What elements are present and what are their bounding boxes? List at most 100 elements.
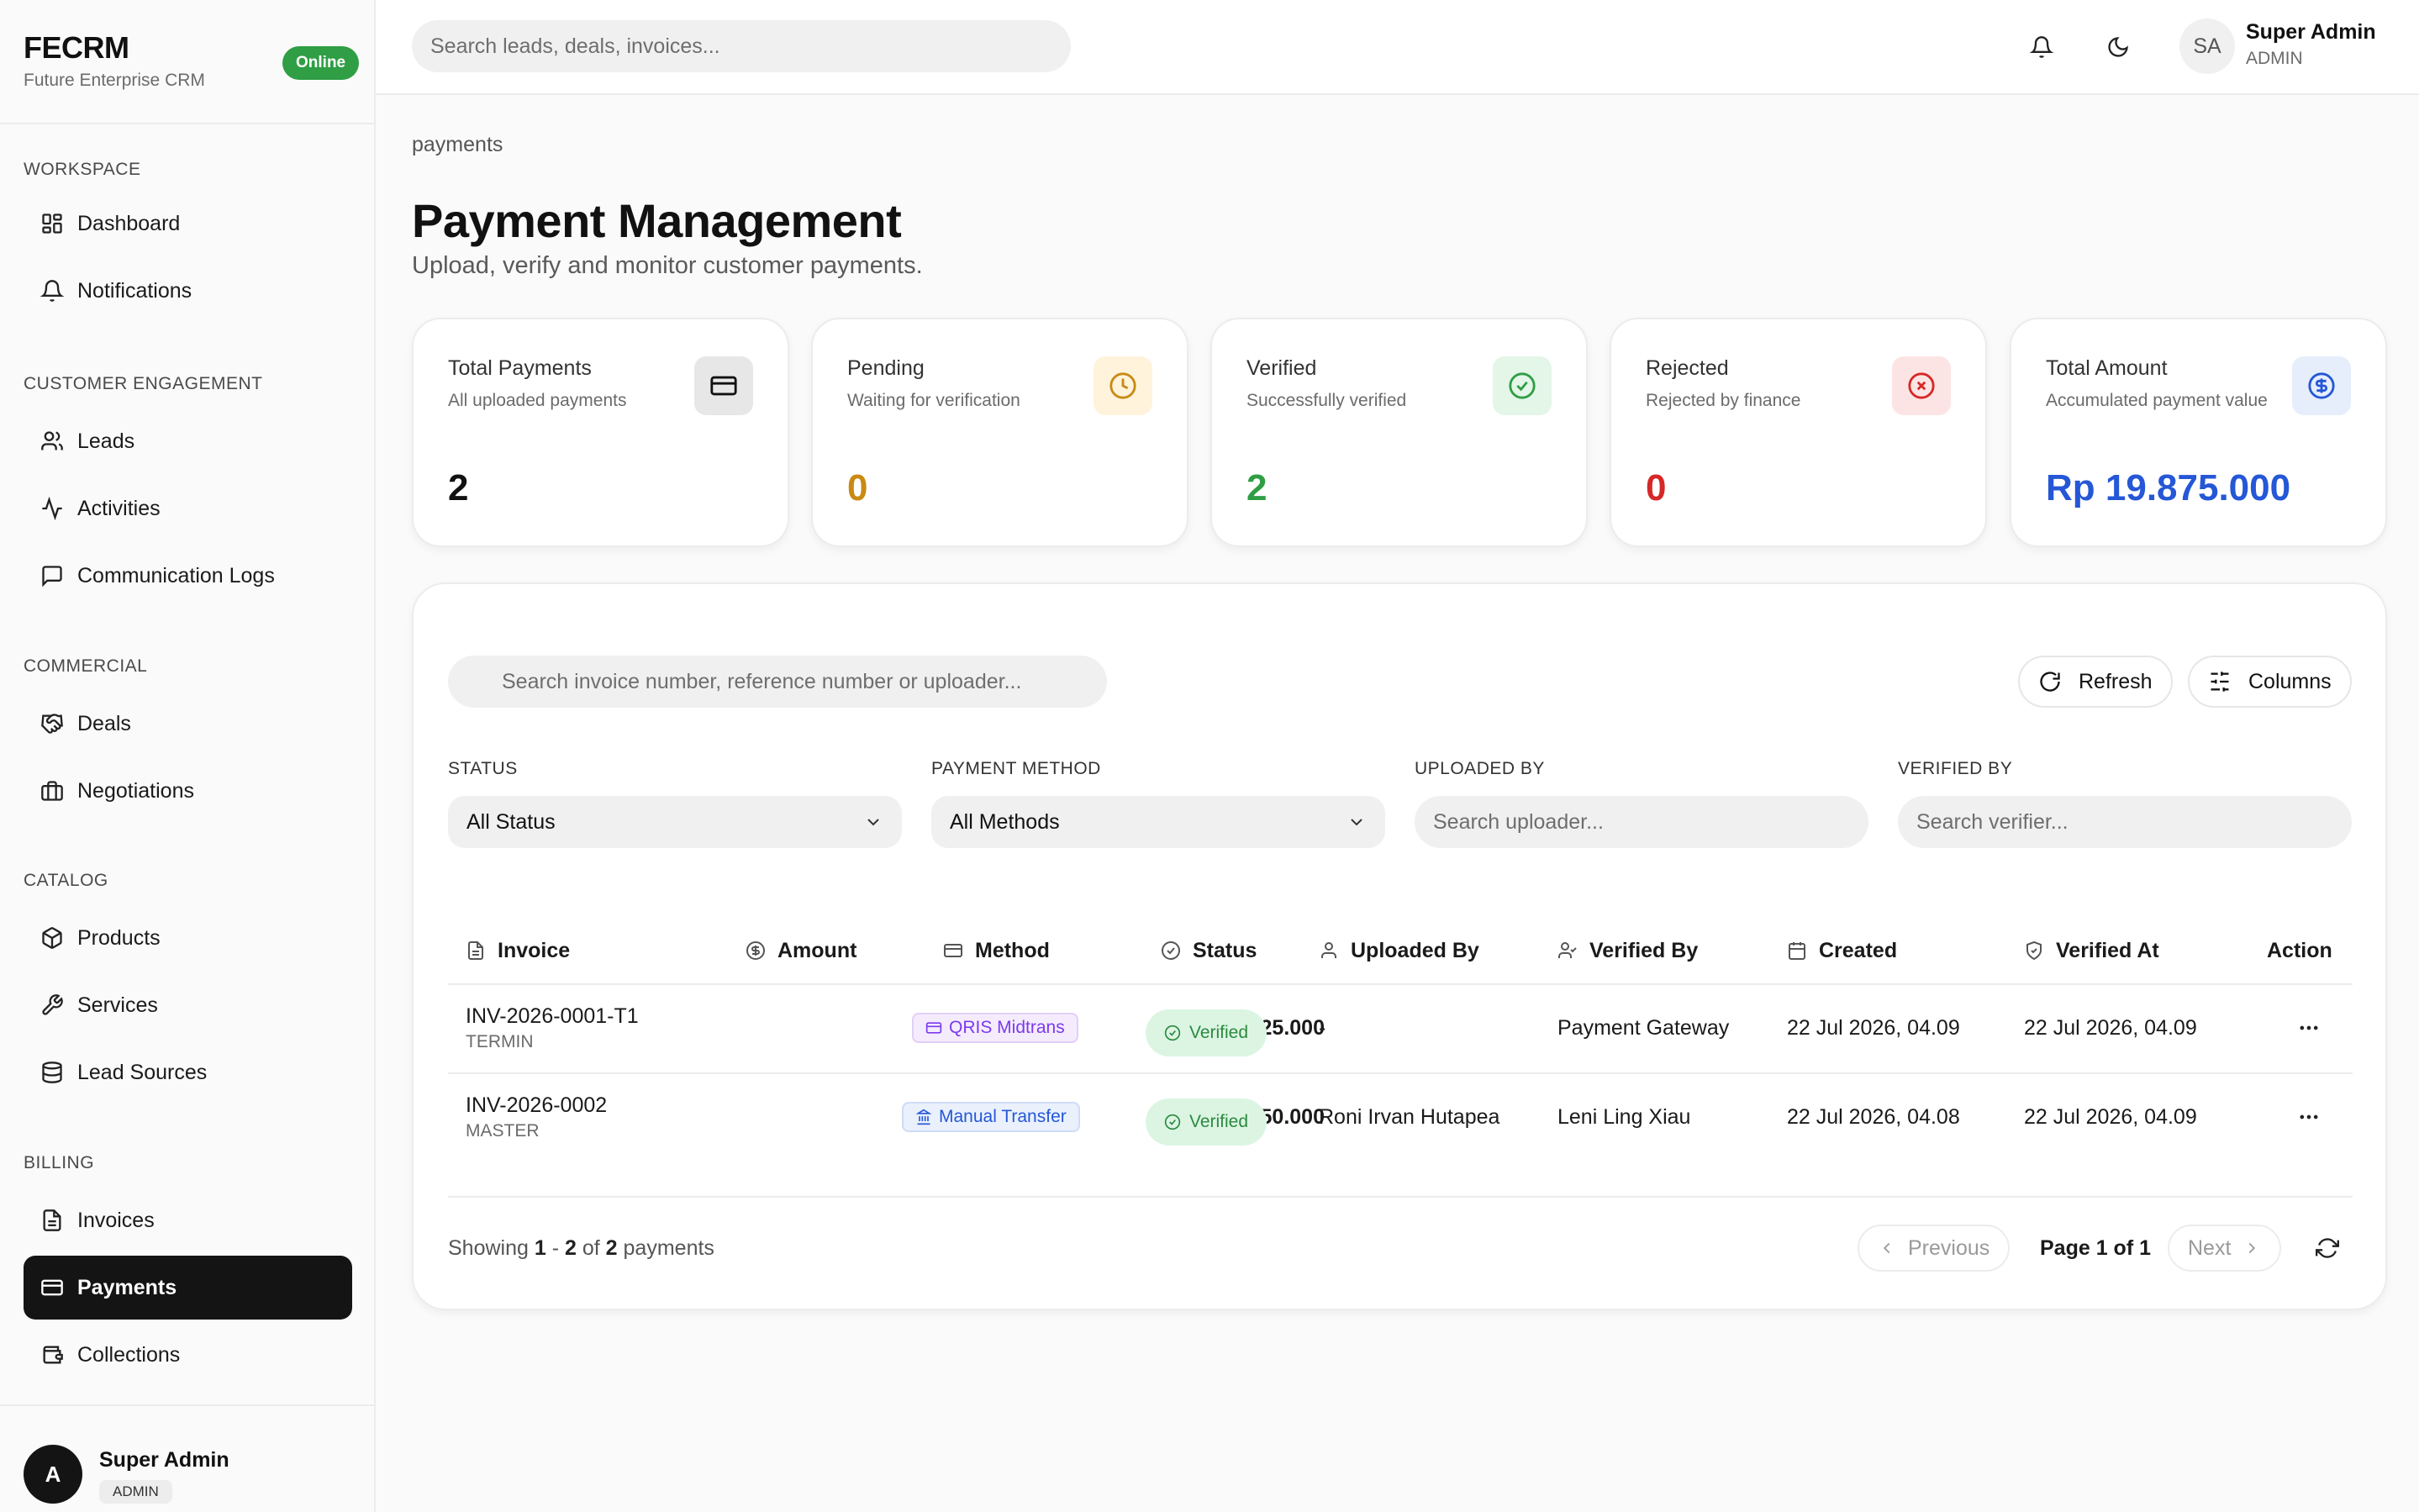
- uploaded-by-cell: -: [1319, 1016, 1326, 1040]
- refresh-button[interactable]: Refresh: [2018, 656, 2173, 708]
- sidebar-item-label: Negotiations: [77, 778, 194, 803]
- x-circle-icon: [1892, 356, 1951, 415]
- column-header-label: Verified By: [1589, 938, 1699, 962]
- created-cell: 22 Jul 2026, 04.09: [1787, 1016, 1960, 1040]
- sidebar-item-label: Activities: [77, 496, 161, 520]
- bank-icon: [915, 1109, 939, 1125]
- sidebar-item-services[interactable]: Services: [24, 973, 352, 1037]
- column-header-verified-at[interactable]: Verified At: [2024, 934, 2159, 967]
- sidebar-item-label: Dashboard: [77, 211, 181, 235]
- method-label: QRIS Midtrans: [949, 1018, 1065, 1037]
- brand: FECRM Future Enterprise CRM Online: [0, 0, 374, 124]
- column-header-uploaded-by[interactable]: Uploaded By: [1319, 934, 1479, 967]
- divider: [448, 983, 2353, 985]
- sidebar-item-notifications[interactable]: Notifications: [24, 259, 352, 323]
- message-icon: [40, 564, 64, 587]
- sidebar-item-invoices[interactable]: Invoices: [24, 1188, 352, 1252]
- nav-group-title: CUSTOMER ENGAGEMENT: [24, 374, 263, 393]
- user-avatar[interactable]: SA: [2179, 18, 2235, 74]
- column-header-amount[interactable]: Amount: [746, 934, 856, 967]
- method-filter-value: All Methods: [950, 809, 1060, 834]
- uploaded-by-filter-label: UPLOADED BY: [1415, 759, 1545, 778]
- row-actions-button[interactable]: [2292, 1011, 2326, 1045]
- method-filter-select[interactable]: All Methods: [931, 796, 1385, 848]
- sidebar-item-collections[interactable]: Collections: [24, 1323, 352, 1387]
- summary-total: 2: [605, 1236, 618, 1260]
- reload-button[interactable]: [2311, 1231, 2344, 1265]
- notifications-button[interactable]: [2023, 29, 2060, 66]
- invoice-type: MASTER: [466, 1121, 540, 1141]
- status-filter-value: All Status: [466, 809, 556, 834]
- row-actions-button[interactable]: [2292, 1100, 2326, 1134]
- global-search-input[interactable]: [412, 20, 1071, 72]
- activity-icon: [40, 497, 64, 520]
- column-header-label: Action: [2267, 938, 2332, 962]
- sidebar-item-leads[interactable]: Leads: [24, 409, 352, 473]
- invoice-type: TERMIN: [466, 1032, 534, 1051]
- column-header-label: Created: [1819, 938, 1898, 962]
- uploaded-by-cell: Roni Irvan Hutapea: [1319, 1105, 1500, 1129]
- refresh-icon: [2038, 670, 2079, 693]
- column-header-action: Action: [2267, 934, 2332, 967]
- sidebar-item-deals[interactable]: Deals: [24, 692, 352, 756]
- credit-card-icon: [925, 1019, 949, 1036]
- verified-by-filter-input[interactable]: [1898, 796, 2352, 848]
- sidebar-item-lead-sources[interactable]: Lead Sources: [24, 1040, 352, 1104]
- refresh-icon: [2316, 1236, 2339, 1260]
- column-header-verified-by[interactable]: Verified By: [1557, 934, 1698, 967]
- previous-page-button[interactable]: Previous: [1858, 1225, 2011, 1272]
- sidebar-item-negotiations[interactable]: Negotiations: [24, 759, 352, 823]
- package-icon: [40, 926, 64, 950]
- nav-group-title: CATALOG: [24, 871, 108, 890]
- stat-sub: Successfully verified: [1246, 391, 1407, 410]
- uploaded-by-filter-input[interactable]: [1415, 796, 1868, 848]
- sidebar-item-communication-logs[interactable]: Communication Logs: [24, 544, 352, 608]
- summary-text: payments: [623, 1236, 714, 1260]
- stat-sub: Accumulated payment value: [2046, 391, 2268, 410]
- next-label: Next: [2188, 1235, 2232, 1260]
- sidebar-item-label: Lead Sources: [77, 1060, 208, 1084]
- stat-value: 2: [448, 467, 469, 508]
- sidebar-item-dashboard[interactable]: Dashboard: [24, 192, 352, 256]
- column-header-status[interactable]: Status: [1161, 934, 1257, 967]
- column-header-method[interactable]: Method: [943, 934, 1050, 967]
- invoice-number-link[interactable]: INV-2026-0002: [466, 1093, 607, 1118]
- status-filter-select[interactable]: All Status: [448, 796, 902, 848]
- page-title: Payment Management: [412, 194, 902, 247]
- status-label: Verified: [1189, 1112, 1249, 1131]
- file-text-icon: [466, 940, 498, 961]
- nav-group-workspace: WORKSPACE Dashboard Notifications: [24, 160, 350, 303]
- theme-toggle-button[interactable]: [2100, 29, 2137, 66]
- credit-card-icon: [694, 356, 753, 415]
- next-page-button[interactable]: Next: [2168, 1225, 2282, 1272]
- chevron-left-icon: [1878, 1239, 1896, 1257]
- column-header-created[interactable]: Created: [1787, 934, 1897, 967]
- user-name: Super Admin: [99, 1448, 229, 1472]
- status-label: Verified: [1189, 1023, 1249, 1042]
- invoice-number-link[interactable]: INV-2026-0001-T1: [466, 1004, 639, 1029]
- columns-button[interactable]: Columns: [2188, 656, 2352, 708]
- more-horizontal-icon: [2297, 1105, 2321, 1129]
- stat-label: Verified: [1246, 356, 1317, 380]
- dollar-circle-icon: [746, 940, 777, 961]
- sidebar-item-label: Notifications: [77, 278, 192, 303]
- stat-card-verified: Verified Successfully verified 2: [1210, 318, 1588, 547]
- sidebar-item-activities[interactable]: Activities: [24, 477, 352, 540]
- nav-group-title: WORKSPACE: [24, 160, 141, 179]
- credit-card-icon: [943, 940, 975, 961]
- nav-group-title: COMMERCIAL: [24, 656, 148, 676]
- sidebar-user[interactable]: A Super Admin ADMIN: [0, 1404, 376, 1512]
- column-header-invoice[interactable]: Invoice: [466, 934, 570, 967]
- stat-sub: Waiting for verification: [847, 391, 1020, 410]
- bell-icon: [2030, 35, 2053, 59]
- column-header-label: Uploaded By: [1351, 938, 1479, 962]
- stat-card-pending: Pending Waiting for verification 0: [811, 318, 1188, 547]
- clock-icon: [1094, 356, 1152, 415]
- payments-search-input[interactable]: [448, 656, 1107, 708]
- column-header-label: Invoice: [498, 938, 571, 962]
- breadcrumb[interactable]: payments: [412, 133, 503, 157]
- method-badge: QRIS Midtrans: [912, 1013, 1078, 1043]
- sidebar-item-products[interactable]: Products: [24, 906, 352, 970]
- sidebar-item-payments[interactable]: Payments: [24, 1256, 352, 1320]
- online-status-badge: Online: [282, 46, 360, 80]
